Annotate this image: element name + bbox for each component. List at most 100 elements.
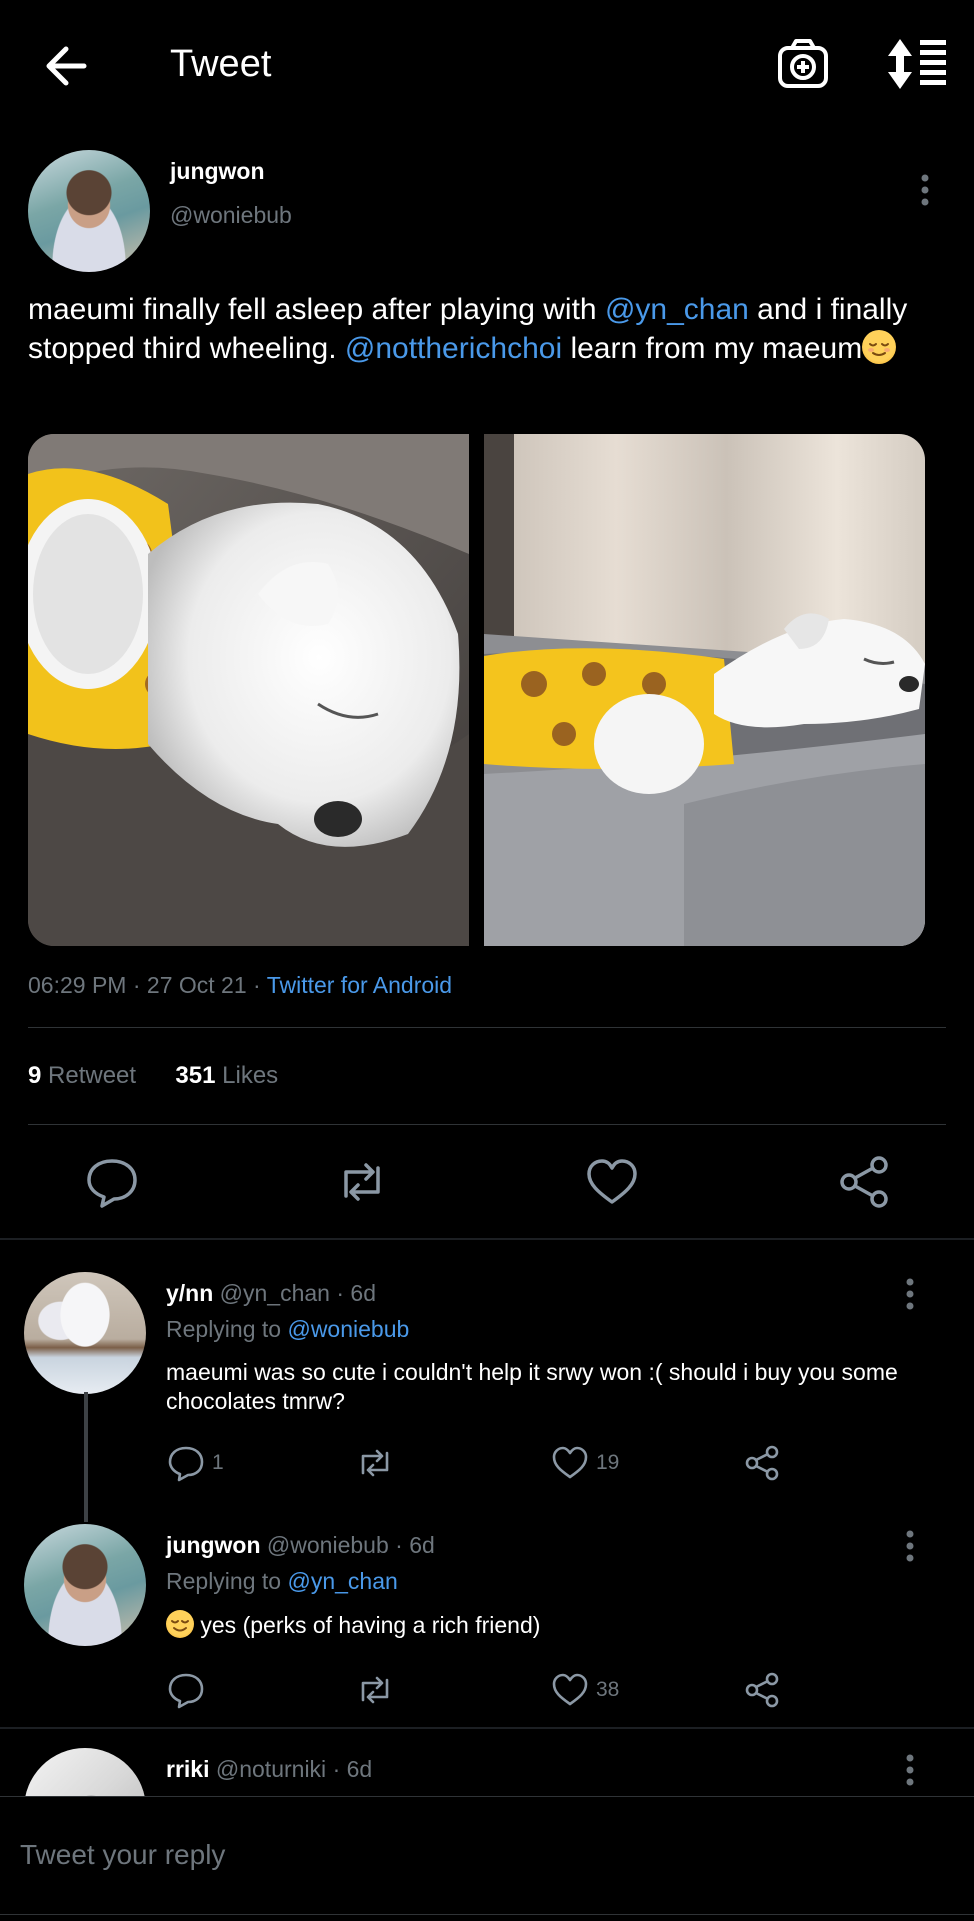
- replying-to: Replying to @yn_chan: [166, 1568, 398, 1595]
- reply-author-name[interactable]: y/nn: [166, 1280, 213, 1306]
- like-count: 19: [596, 1451, 620, 1474]
- reply-avatar[interactable]: [24, 1272, 146, 1394]
- sort-button[interactable]: [884, 36, 950, 92]
- divider: [28, 1124, 946, 1125]
- replying-label: Replying to: [166, 1568, 288, 1594]
- reply-button[interactable]: [82, 1152, 142, 1212]
- tweet-meta: 06:29 PM · 27 Oct 21 · Twitter for Andro…: [28, 972, 452, 999]
- retweet-icon: [344, 1163, 380, 1201]
- likes-count: 351: [175, 1062, 216, 1089]
- page-title: Tweet: [170, 43, 272, 85]
- thread-line: [84, 1392, 88, 1522]
- reply-avatar[interactable]: [24, 1524, 146, 1646]
- mention-link[interactable]: @yn_chan: [605, 293, 749, 326]
- tweet-photo-2[interactable]: [484, 434, 925, 946]
- back-button[interactable]: [40, 38, 96, 94]
- comment-icon: [87, 1159, 137, 1208]
- section-separator: [0, 1238, 974, 1240]
- comment-icon: [168, 1446, 204, 1482]
- retweets-count: 9: [28, 1062, 42, 1089]
- reply-header: jungwon @woniebub · 6d: [166, 1532, 435, 1559]
- reply-author-handle[interactable]: @woniebub: [267, 1532, 389, 1558]
- section-separator: [0, 1727, 974, 1729]
- share-icon: [840, 1156, 888, 1208]
- comment-icon: [168, 1673, 204, 1709]
- like-button[interactable]: [582, 1152, 642, 1212]
- reply-author-handle[interactable]: @noturniki: [216, 1756, 326, 1782]
- sleeping-dog-photo: [28, 434, 469, 946]
- reply-like-button[interactable]: 38: [550, 1670, 619, 1710]
- retweet-icon: [361, 1449, 389, 1477]
- reply-share-button[interactable]: [742, 1670, 782, 1710]
- reply-author-name[interactable]: rriki: [166, 1756, 209, 1782]
- replying-to-link[interactable]: @yn_chan: [287, 1568, 397, 1594]
- more-vertical-icon: [921, 174, 929, 206]
- tweet-date: 27 Oct 21: [146, 972, 247, 998]
- reply-age: · 6d: [395, 1532, 435, 1558]
- replying-label: Replying to: [166, 1316, 288, 1342]
- share-button[interactable]: [834, 1152, 894, 1212]
- reply-age: · 6d: [332, 1756, 373, 1782]
- replying-to: Replying to @woniebub: [166, 1316, 409, 1343]
- share-icon: [745, 1672, 779, 1708]
- tweet-text-part: learn from my maeum: [562, 332, 863, 365]
- reply-age: · 6d: [336, 1280, 377, 1306]
- retweet-button[interactable]: [332, 1152, 392, 1212]
- camera-button[interactable]: [772, 36, 834, 92]
- divider: [28, 1027, 946, 1028]
- more-vertical-icon: [906, 1530, 914, 1562]
- sort-list-icon: [888, 39, 946, 89]
- reply-header: rriki @noturniki · 6d: [166, 1756, 372, 1783]
- reply-input[interactable]: [18, 1827, 922, 1883]
- reply-reply-button[interactable]: 1: [166, 1443, 224, 1483]
- relieved-face-emoji: [862, 330, 897, 364]
- reply-reply-button[interactable]: [166, 1670, 212, 1710]
- share-icon: [745, 1445, 779, 1481]
- compose-reply-bar: [0, 1796, 974, 1921]
- more-vertical-icon: [906, 1278, 914, 1310]
- replying-to-link[interactable]: @woniebub: [287, 1316, 409, 1342]
- divider: [0, 1914, 974, 1915]
- author-handle[interactable]: @woniebub: [170, 202, 292, 229]
- reply-share-button[interactable]: [742, 1443, 782, 1483]
- tweet-source-link[interactable]: Twitter for Android: [267, 972, 452, 998]
- likes-stat[interactable]: 351 Likes: [175, 1062, 278, 1089]
- reply-more-button[interactable]: [895, 1274, 925, 1314]
- meta-separator: ·: [132, 972, 141, 998]
- reply-header: y/nn @yn_chan · 6d: [166, 1280, 376, 1307]
- reply-retweet-button[interactable]: [355, 1670, 395, 1710]
- top-bar: Tweet: [0, 0, 974, 130]
- reply-count: 1: [212, 1451, 224, 1474]
- author-name[interactable]: jungwon: [170, 158, 265, 185]
- retweet-icon: [361, 1676, 389, 1704]
- reply-like-button[interactable]: 19: [550, 1443, 619, 1483]
- reply-author-handle[interactable]: @yn_chan: [220, 1280, 330, 1306]
- camera-plus-icon: [778, 39, 828, 88]
- likes-label: Likes: [222, 1062, 279, 1089]
- mention-link[interactable]: @nottherichchoi: [345, 332, 562, 365]
- more-vertical-icon: [906, 1754, 914, 1786]
- heart-icon: [552, 1446, 588, 1479]
- reply-text: maeumi was so cute i couldn't help it sr…: [166, 1359, 898, 1414]
- reply-text: yes (perks of having a rich friend): [166, 1610, 946, 1640]
- retweets-label: Retweet: [48, 1062, 137, 1089]
- reply-more-button[interactable]: [895, 1526, 925, 1566]
- tweet-time: 06:29 PM: [28, 972, 127, 998]
- meta-separator: ·: [253, 972, 261, 998]
- tweet-photo-1[interactable]: [28, 434, 469, 946]
- reply-more-button[interactable]: [895, 1750, 925, 1790]
- reply-retweet-button[interactable]: [355, 1443, 395, 1483]
- smiling-face-emoji: [166, 1610, 194, 1638]
- more-options-button[interactable]: [910, 170, 940, 210]
- heart-icon: [587, 1159, 637, 1204]
- like-count: 38: [596, 1678, 620, 1701]
- tweet-stats: 9 Retweet 351 Likes: [28, 1062, 278, 1090]
- tweet-text-part: maeumi finally fell asleep after playing…: [28, 293, 605, 326]
- dog-in-bed-photo: [484, 434, 925, 946]
- reply-text-body: yes (perks of having a rich friend): [200, 1612, 541, 1638]
- retweets-stat[interactable]: 9 Retweet: [28, 1062, 136, 1089]
- arrow-left-icon: [46, 46, 87, 86]
- author-avatar[interactable]: [28, 150, 150, 272]
- heart-icon: [552, 1673, 588, 1706]
- reply-author-name[interactable]: jungwon: [166, 1532, 261, 1558]
